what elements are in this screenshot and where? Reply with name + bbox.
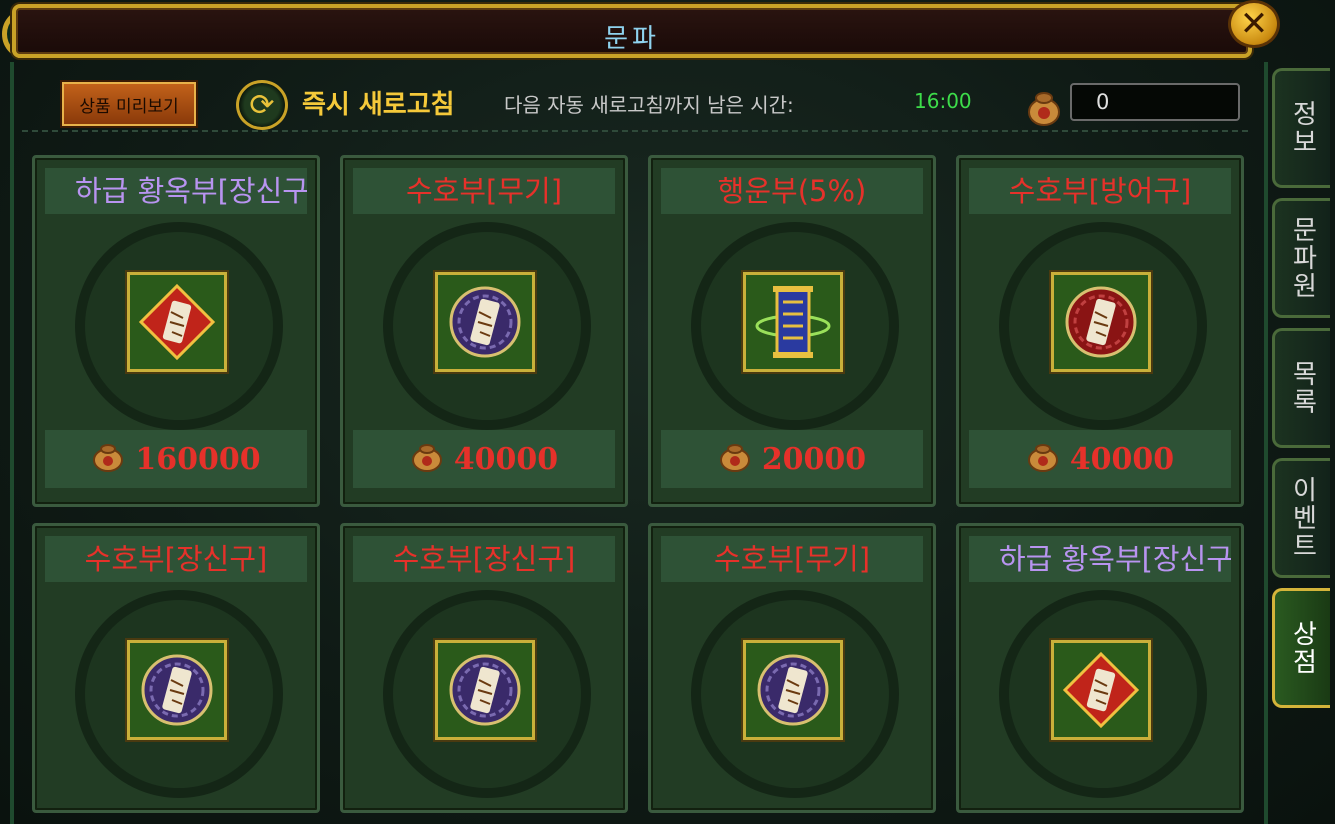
- item-price: 40000: [1069, 441, 1175, 477]
- shop-item-card[interactable]: 행운부(5%) 20000: [648, 155, 936, 507]
- item-name: 하급 황옥부[장신구]: [45, 168, 307, 214]
- item-name: 하급 황옥부[장신구]: [969, 536, 1231, 582]
- side-tab[interactable]: 정보: [1272, 68, 1330, 188]
- toolbar-divider: [22, 130, 1248, 132]
- item-name: 수호부[장신구]: [353, 536, 615, 582]
- shop-item-card[interactable]: 수호부[방어구] 40000: [956, 155, 1244, 507]
- blue-scroll-talisman-icon[interactable]: [741, 270, 845, 374]
- purple-round-talisman-icon[interactable]: [741, 638, 845, 742]
- refresh-icon[interactable]: ⟳: [236, 80, 288, 130]
- instant-refresh-button[interactable]: 즉시 새로고침: [302, 84, 455, 121]
- item-name: 수호부[장신구]: [45, 536, 307, 582]
- currency-amount: 0: [1070, 83, 1240, 121]
- shop-item-card[interactable]: 수호부[장신구]: [32, 523, 320, 813]
- red-diamond-talisman-icon[interactable]: [125, 270, 229, 374]
- purple-round-talisman-icon[interactable]: [433, 638, 537, 742]
- shop-item-card[interactable]: 수호부[장신구]: [340, 523, 628, 813]
- item-name: 수호부[방어구]: [969, 168, 1231, 214]
- item-price: 160000: [135, 441, 261, 477]
- coin-pouch-icon: [718, 442, 752, 476]
- coin-pouch-icon: [410, 442, 444, 476]
- window-title: 문파: [604, 24, 660, 54]
- auto-refresh-label: 다음 자동 새로고침까지 남은 시간:: [504, 93, 794, 117]
- preview-items-button[interactable]: 상품 미리보기: [60, 80, 198, 128]
- coin-pouch-icon: [91, 442, 125, 476]
- shop-item-card[interactable]: 하급 황옥부[장신구]: [956, 523, 1244, 813]
- item-name: 수호부[무기]: [353, 168, 615, 214]
- price-band: 20000: [661, 430, 923, 488]
- refresh-timer: 16:00: [914, 89, 972, 113]
- price-band: 40000: [353, 430, 615, 488]
- item-name: 수호부[무기]: [661, 536, 923, 582]
- shop-window: 문파 ✕ 상품 미리보기 ⟳ 즉시 새로고침 다음 자동 새로고침까지 남은 시…: [0, 0, 1335, 824]
- item-price: 20000: [761, 441, 867, 477]
- purple-round-talisman-icon[interactable]: [433, 270, 537, 374]
- price-band: 40000: [969, 430, 1231, 488]
- shop-item-card[interactable]: 수호부[무기] 40000: [340, 155, 628, 507]
- item-name: 행운부(5%): [661, 168, 923, 214]
- shop-item-card[interactable]: 수호부[무기]: [648, 523, 936, 813]
- coin-pouch-icon: [1028, 92, 1060, 126]
- coin-pouch-icon: [1026, 442, 1060, 476]
- item-price: 40000: [453, 441, 559, 477]
- side-tab[interactable]: 목록: [1272, 328, 1330, 448]
- close-button[interactable]: ✕: [1228, 0, 1280, 48]
- title-bar: 문파: [12, 4, 1252, 58]
- side-tab[interactable]: 상점: [1272, 588, 1330, 708]
- purple-round-talisman-icon[interactable]: [125, 638, 229, 742]
- price-band: 160000: [45, 430, 307, 488]
- red-round-talisman-icon[interactable]: [1049, 270, 1153, 374]
- side-tab[interactable]: 이벤트: [1272, 458, 1330, 578]
- shop-item-card[interactable]: 하급 황옥부[장신구] 160000: [32, 155, 320, 507]
- red-diamond-talisman-icon[interactable]: [1049, 638, 1153, 742]
- side-tab[interactable]: 문파원: [1272, 198, 1330, 318]
